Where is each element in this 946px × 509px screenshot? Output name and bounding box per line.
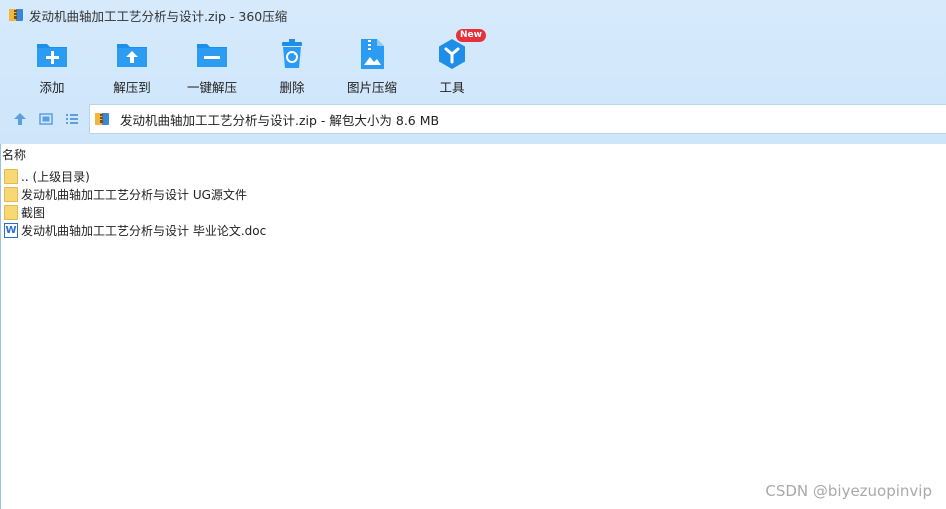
- list-item-name: 发动机曲轴加工工艺分析与设计 毕业论文.doc: [21, 223, 267, 238]
- list-item-screenshots-folder[interactable]: 截图: [0, 203, 946, 221]
- image-compress-button[interactable]: 图片压缩: [332, 34, 412, 98]
- thumbnail-view-icon: [39, 113, 53, 125]
- list-item-parent-dir[interactable]: .. (上级目录): [0, 167, 946, 185]
- window-title: 发动机曲轴加工工艺分析与设计.zip - 360压缩: [29, 8, 288, 24]
- list-item-name: 发动机曲轴加工工艺分析与设计 UG源文件: [21, 187, 247, 202]
- list-item-ug-source-folder[interactable]: 发动机曲轴加工工艺分析与设计 UG源文件: [0, 185, 946, 203]
- zip-archive-icon: [94, 111, 110, 127]
- zip-archive-icon: [8, 7, 24, 23]
- arrow-up-icon: [14, 113, 26, 125]
- extract-to-button[interactable]: 解压到: [92, 34, 172, 98]
- image-compress-label: 图片压缩: [346, 80, 397, 95]
- address-text: 发动机曲轴加工工艺分析与设计.zip - 解包大小为 8.6 MB: [120, 112, 440, 128]
- thumbnail-view-button[interactable]: [36, 109, 56, 129]
- extract-to-icon: [114, 36, 150, 72]
- list-item-name: 截图: [21, 205, 46, 220]
- up-level-button[interactable]: [10, 109, 30, 129]
- one-click-extract-label: 一键解压: [186, 80, 237, 95]
- file-list: .. (上级目录) 发动机曲轴加工工艺分析与设计 UG源文件 截图 W 发动机曲…: [0, 167, 946, 239]
- toolbar: 添加 解压到 一键解压 删除 图片压缩 New 工具: [12, 29, 492, 98]
- image-compress-icon: [354, 36, 390, 72]
- tools-button[interactable]: New 工具: [412, 29, 492, 98]
- new-badge: New: [456, 29, 486, 42]
- delete-label: 删除: [279, 80, 305, 95]
- list-item-thesis-doc[interactable]: W 发动机曲轴加工工艺分析与设计 毕业论文.doc: [0, 221, 946, 239]
- add-folder-icon: [34, 36, 70, 72]
- one-click-extract-icon: [194, 36, 230, 72]
- watermark: CSDN @biyezuopinvip: [765, 482, 932, 500]
- column-header-name[interactable]: 名称: [0, 144, 946, 164]
- delete-icon: [274, 36, 310, 72]
- tools-label: 工具: [439, 80, 465, 95]
- list-view-icon: [66, 114, 78, 124]
- folder-icon: [4, 204, 18, 220]
- folder-icon: [4, 186, 18, 202]
- add-button[interactable]: 添加: [12, 34, 92, 98]
- one-click-extract-button[interactable]: 一键解压: [172, 34, 252, 98]
- extract-to-label: 解压到: [113, 80, 151, 95]
- navigation-row: 发动机曲轴加工工艺分析与设计.zip - 解包大小为 8.6 MB: [0, 104, 946, 134]
- column-header-label: 名称: [2, 147, 27, 162]
- word-doc-icon: W: [4, 222, 18, 238]
- folder-icon: [4, 168, 18, 184]
- delete-button[interactable]: 删除: [252, 34, 332, 98]
- address-bar[interactable]: 发动机曲轴加工工艺分析与设计.zip - 解包大小为 8.6 MB: [89, 104, 946, 134]
- list-item-name: .. (上级目录): [21, 169, 90, 184]
- add-label: 添加: [39, 80, 65, 95]
- list-view-button[interactable]: [62, 109, 82, 129]
- title-bar: 发动机曲轴加工工艺分析与设计.zip - 360压缩: [0, 0, 946, 30]
